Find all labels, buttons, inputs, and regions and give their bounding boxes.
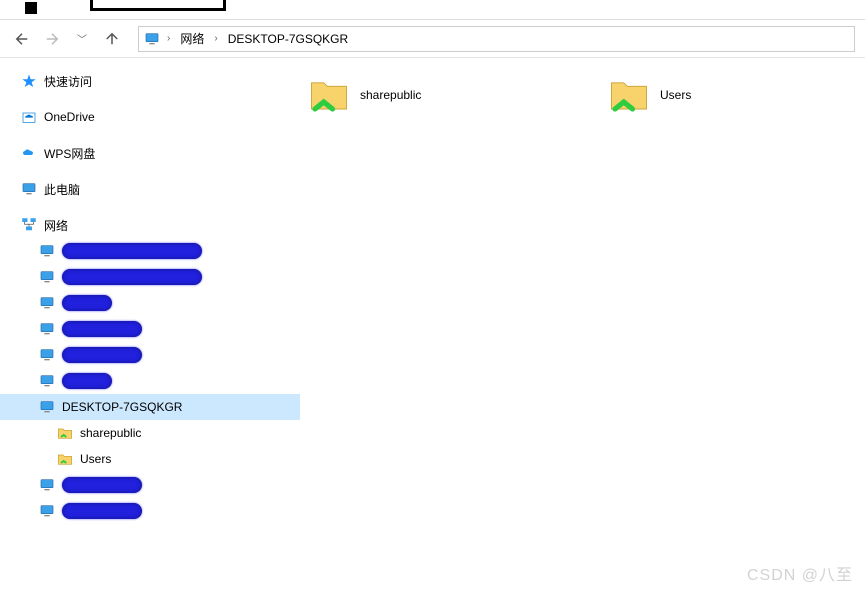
- star-icon: [20, 72, 38, 90]
- computer-icon: [38, 268, 56, 286]
- tree-network-host-redacted[interactable]: [0, 264, 300, 290]
- tree-network-host-selected[interactable]: DESKTOP-7GSQKGR: [0, 394, 300, 420]
- tree-network-host-redacted[interactable]: [0, 498, 300, 524]
- address-bar[interactable]: › 网络 › DESKTOP-7GSQKGR: [138, 26, 855, 52]
- tree-share-users[interactable]: Users: [0, 446, 300, 472]
- computer-icon: [38, 346, 56, 364]
- pc-icon: [20, 180, 38, 198]
- onedrive-icon: [20, 108, 38, 126]
- redacted-label: [62, 477, 142, 493]
- tree-label: Users: [80, 452, 111, 466]
- redacted-label: [62, 243, 202, 259]
- tree-network[interactable]: 网络: [0, 212, 300, 238]
- tree-wpscloud[interactable]: WPS网盘: [0, 140, 300, 166]
- tree-quick-access[interactable]: 快速访问: [0, 68, 300, 94]
- tree-network-host-redacted[interactable]: [0, 316, 300, 342]
- tree-network-host-redacted[interactable]: [0, 472, 300, 498]
- computer-icon: [143, 30, 161, 48]
- computer-icon: [38, 372, 56, 390]
- shared-folder-icon: [56, 424, 74, 442]
- forward-button[interactable]: [40, 27, 64, 51]
- file-list-pane[interactable]: sharepublic Users: [300, 58, 865, 593]
- folder-sharepublic[interactable]: sharepublic: [300, 70, 560, 120]
- tree-onedrive[interactable]: OneDrive: [0, 104, 300, 130]
- tree-label: OneDrive: [44, 110, 95, 124]
- chevron-right-icon[interactable]: ›: [212, 33, 219, 44]
- tree-label: WPS网盘: [44, 145, 95, 162]
- redacted-label: [62, 269, 202, 285]
- computer-icon: [38, 398, 56, 416]
- breadcrumb-network[interactable]: 网络: [176, 28, 208, 49]
- redacted-label: [62, 503, 142, 519]
- breadcrumb-host[interactable]: DESKTOP-7GSQKGR: [224, 30, 352, 48]
- shared-folder-icon: [608, 74, 650, 116]
- computer-icon: [38, 476, 56, 494]
- tree-label: sharepublic: [80, 426, 141, 440]
- redacted-label: [62, 373, 112, 389]
- redacted-label: [62, 321, 142, 337]
- computer-icon: [38, 502, 56, 520]
- tree-label: DESKTOP-7GSQKGR: [62, 400, 182, 414]
- recent-dropdown[interactable]: ﹀: [70, 27, 94, 51]
- tree-label: 网络: [44, 217, 68, 234]
- navigation-tree: 快速访问 OneDrive WPS网盘 此电脑: [0, 58, 300, 593]
- shared-folder-icon: [308, 74, 350, 116]
- tree-network-host-redacted[interactable]: [0, 368, 300, 394]
- computer-icon: [38, 242, 56, 260]
- navigation-bar: ﹀ › 网络 › DESKTOP-7GSQKGR: [0, 20, 865, 58]
- up-button[interactable]: [100, 27, 124, 51]
- network-icon: [20, 216, 38, 234]
- cloud-icon: [20, 144, 38, 162]
- redacted-label: [62, 295, 112, 311]
- watermark: CSDN @八至: [747, 561, 853, 585]
- tree-network-host-redacted[interactable]: [0, 238, 300, 264]
- folder-users[interactable]: Users: [600, 70, 860, 120]
- tree-network-host-redacted[interactable]: [0, 290, 300, 316]
- chevron-right-icon[interactable]: ›: [165, 33, 172, 44]
- window-top-cutoff: [0, 0, 865, 20]
- tree-network-host-redacted[interactable]: [0, 342, 300, 368]
- shared-folder-icon: [56, 450, 74, 468]
- back-button[interactable]: [10, 27, 34, 51]
- folder-label: sharepublic: [360, 88, 421, 102]
- tree-label: 快速访问: [44, 73, 92, 90]
- redacted-label: [62, 347, 142, 363]
- tree-share-sharepublic[interactable]: sharepublic: [0, 420, 300, 446]
- computer-icon: [38, 294, 56, 312]
- tree-label: 此电脑: [44, 181, 80, 198]
- folder-label: Users: [660, 88, 691, 102]
- tree-thispc[interactable]: 此电脑: [0, 176, 300, 202]
- computer-icon: [38, 320, 56, 338]
